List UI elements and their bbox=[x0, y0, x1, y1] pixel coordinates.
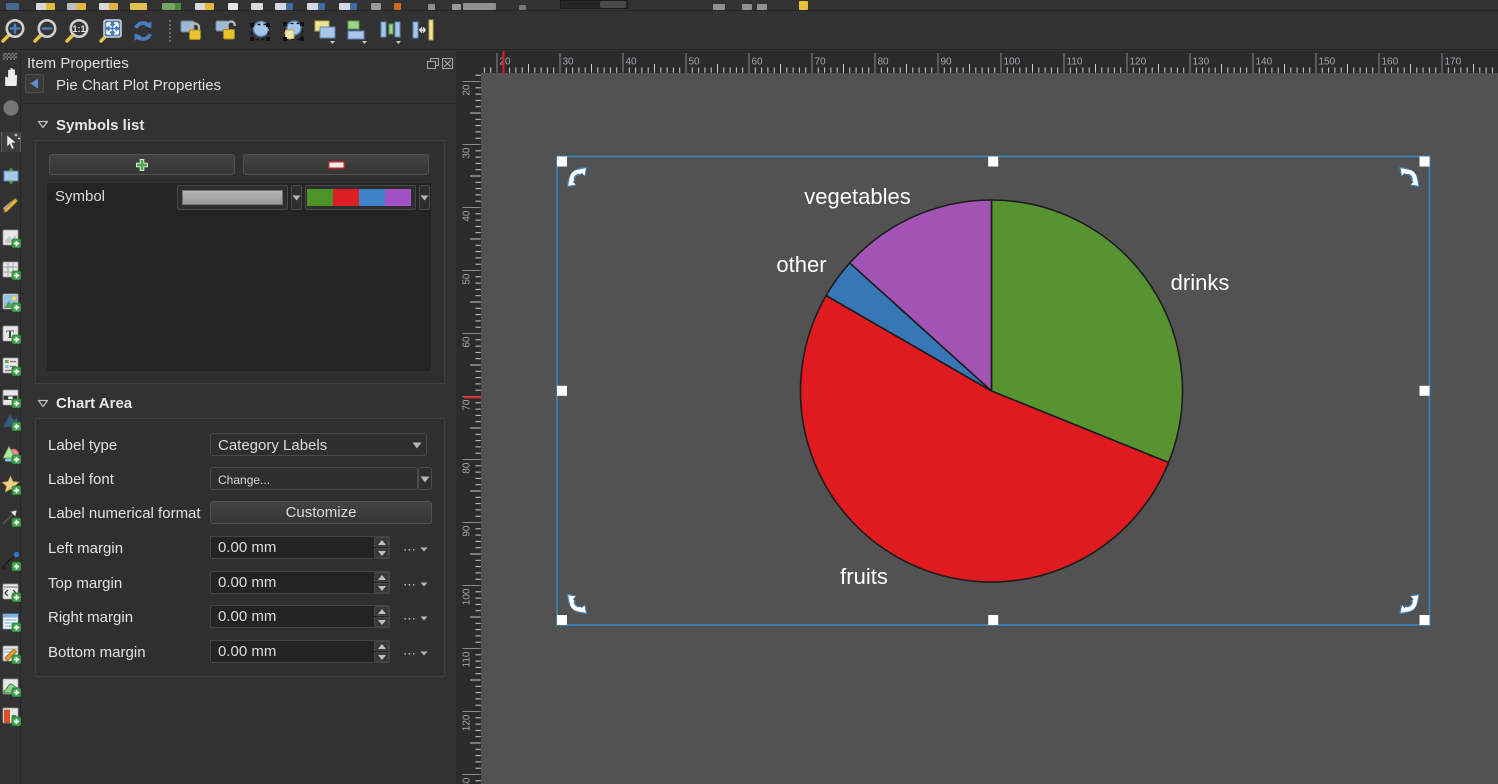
svg-text:fruits: fruits bbox=[840, 564, 888, 589]
svg-text:50: 50 bbox=[462, 273, 473, 285]
svg-text:130: 130 bbox=[1193, 57, 1210, 68]
svg-text:70: 70 bbox=[815, 57, 827, 68]
svg-text:90: 90 bbox=[462, 525, 473, 537]
svg-text:100: 100 bbox=[462, 588, 473, 605]
svg-text:80: 80 bbox=[462, 462, 473, 474]
svg-text:130: 130 bbox=[462, 777, 473, 784]
svg-text:60: 60 bbox=[462, 336, 473, 348]
svg-text:100: 100 bbox=[1004, 57, 1021, 68]
svg-text:170: 170 bbox=[1445, 57, 1462, 68]
svg-text:40: 40 bbox=[626, 57, 638, 68]
svg-text:160: 160 bbox=[1382, 57, 1399, 68]
svg-text:70: 70 bbox=[462, 399, 473, 411]
svg-text:20: 20 bbox=[500, 57, 512, 68]
svg-text:1:1: 1:1 bbox=[72, 24, 85, 34]
svg-text:90: 90 bbox=[941, 57, 953, 68]
svg-text:140: 140 bbox=[1256, 57, 1273, 68]
svg-text:40: 40 bbox=[462, 210, 473, 222]
svg-text:120: 120 bbox=[462, 714, 473, 731]
svg-text:50: 50 bbox=[689, 57, 701, 68]
svg-text:80: 80 bbox=[878, 57, 890, 68]
svg-text:vegetables: vegetables bbox=[804, 184, 910, 209]
svg-text:other: other bbox=[776, 252, 826, 277]
svg-text:150: 150 bbox=[1319, 57, 1336, 68]
svg-text:30: 30 bbox=[563, 57, 575, 68]
svg-text:110: 110 bbox=[462, 651, 473, 667]
svg-text:110: 110 bbox=[1067, 57, 1083, 68]
svg-text:30: 30 bbox=[462, 147, 473, 159]
svg-text:drinks: drinks bbox=[1171, 270, 1230, 295]
svg-text:120: 120 bbox=[1130, 57, 1147, 68]
svg-text:60: 60 bbox=[752, 57, 764, 68]
svg-text:20: 20 bbox=[462, 84, 473, 96]
